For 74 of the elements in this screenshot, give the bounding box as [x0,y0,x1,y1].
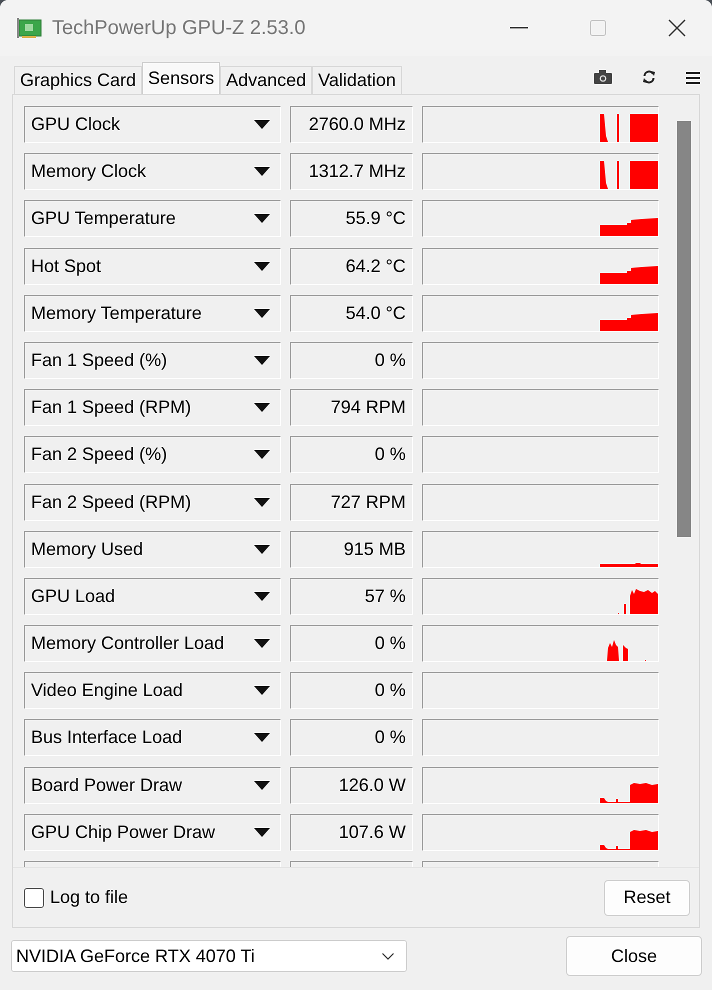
sensor-value: 54.0 °C [290,294,413,332]
sparkline-drawing [600,562,658,567]
sensor-value: 2760.0 MHz [290,106,413,143]
sparkline-drawing [600,161,658,190]
close-icon[interactable] [668,19,686,37]
sensor-value: 126.0 W [290,766,413,804]
sensor-dropdown[interactable]: Fan 1 Speed (%) [24,342,282,379]
sparkline-drawing [600,266,658,284]
sensor-value: 0 % [290,719,413,756]
sensor-dropdown[interactable]: Fan 2 Speed (RPM) [24,484,282,520]
sensor-value: 727 RPM [290,484,413,520]
sensor-dropdown[interactable]: Fan 1 Speed (RPM) [24,389,282,426]
sparkline-drawing [600,830,658,850]
sensor-dropdown[interactable]: Memory Clock [24,153,282,190]
sensor-value: 0 % [290,342,413,379]
caret-icon [254,828,270,837]
caret-icon [254,544,270,554]
caret-icon [254,639,270,648]
caret-icon [254,356,270,365]
minimize-icon[interactable] [510,27,528,29]
sensor-value: 915 MB [290,530,413,568]
caret-icon [254,403,270,412]
caret-icon [254,262,270,271]
refresh-icon[interactable] [642,70,656,84]
checkbox[interactable] [24,888,44,908]
graphics-card-icon [16,17,42,39]
sensor-value: 794 RPM [290,389,413,426]
reset-button[interactable]: Reset [604,880,690,916]
sensor-dropdown[interactable]: Hot Spot [24,248,282,285]
sparkline-drawing [600,782,658,803]
caret-icon [254,498,270,506]
sparkline-drawing [600,114,658,142]
sensor-dropdown[interactable]: GPU Chip Power Draw [24,814,282,851]
tab[interactable]: Validation [312,66,402,94]
caret-icon [254,167,270,176]
caret-icon [254,686,270,696]
sensor-dropdown[interactable]: GPU Load [24,578,282,615]
chevron-down-icon [382,952,394,960]
scrollbar-thumb[interactable] [677,121,691,537]
sensor-dropdown[interactable]: Memory Temperature [24,294,282,332]
sensor-dropdown[interactable]: Memory Used [24,530,282,568]
sensor-value: 107.6 W [290,814,413,851]
tab[interactable]: Sensors [142,62,220,94]
caret-icon [254,120,270,129]
camera-icon[interactable] [594,70,612,84]
device-select[interactable]: NVIDIA GeForce RTX 4070 Ti [11,940,407,972]
sensor-dropdown[interactable]: GPU Clock [24,106,282,143]
caret-icon [254,450,270,460]
caret-icon [254,780,270,790]
sensor-dropdown[interactable]: GPU Temperature [24,200,282,238]
caret-icon [254,308,270,318]
caret-icon [254,592,270,601]
caret-icon [254,214,270,224]
checkbox-label: Log to file [50,887,128,908]
sparkline-drawing [600,312,658,331]
sensor-value: 55.9 °C [290,200,413,238]
sensor-value: 0 % [290,672,413,710]
sensor-dropdown[interactable]: Memory Controller Load [24,625,282,662]
sparkline-drawing [600,218,658,236]
sensor-value: 64.2 °C [290,248,413,285]
sensor-dropdown[interactable]: Video Engine Load [24,672,282,710]
sensor-value: 0 % [290,625,413,662]
sensor-dropdown[interactable]: Fan 2 Speed (%) [24,436,282,474]
close-button[interactable]: Close [566,936,702,976]
window-title: TechPowerUp GPU-Z 2.53.0 [52,16,306,40]
tab[interactable]: Graphics Card [14,66,142,94]
sensor-dropdown[interactable]: Board Power Draw [24,766,282,804]
sensor-value: 57 % [290,578,413,615]
menu-icon[interactable] [686,72,700,84]
sensor-value: 1312.7 MHz [290,153,413,190]
caret-icon [254,733,270,742]
tab[interactable]: Advanced [220,66,312,94]
sensor-dropdown[interactable]: Bus Interface Load [24,719,282,756]
sensor-value: 0 % [290,436,413,474]
